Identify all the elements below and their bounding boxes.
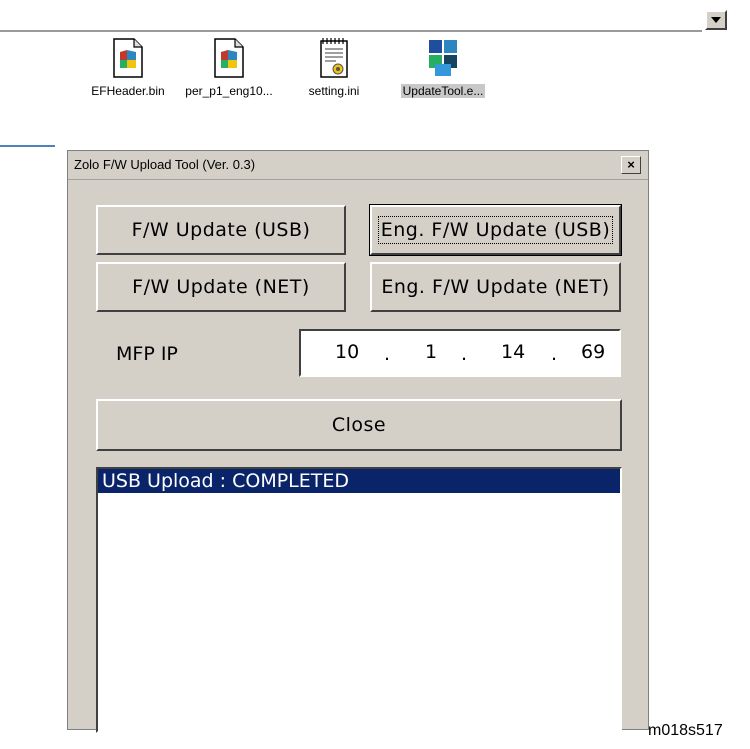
close-button[interactable]: Close xyxy=(96,399,622,451)
media-file-icon xyxy=(214,38,244,78)
fw-update-net-label: F/W Update (NET) xyxy=(132,276,310,298)
explorer-left-accent xyxy=(0,145,55,147)
media-file-icon xyxy=(113,38,143,78)
upload-tool-dialog: Zolo F/W Upload Tool (Ver. 0.3) × F/W Up… xyxy=(67,150,649,733)
fw-update-net-button[interactable]: F/W Update (NET) xyxy=(96,262,346,312)
ip-separator: . xyxy=(384,343,391,365)
mfp-ip-address-input[interactable]: 10 . 1 . 14 . 69 xyxy=(299,329,621,377)
eng-fw-update-usb-label: Eng. F/W Update (USB) xyxy=(377,216,614,244)
dialog-title: Zolo F/W Upload Tool (Ver. 0.3) xyxy=(74,157,256,172)
figure-caption: m018s517 xyxy=(648,722,723,739)
fw-update-usb-button[interactable]: F/W Update (USB) xyxy=(96,205,346,255)
explorer-top-border xyxy=(0,30,702,32)
file-item-updatetool[interactable]: UpdateTool.e... xyxy=(388,38,498,100)
mfp-ip-label: MFP IP xyxy=(116,343,178,365)
application-exe-icon xyxy=(429,40,457,76)
ip-octet-2[interactable]: 1 xyxy=(425,341,437,363)
eng-fw-update-net-label: Eng. F/W Update (NET) xyxy=(381,276,610,298)
file-item-efheader[interactable]: EFHeader.bin xyxy=(73,38,183,100)
ip-separator: . xyxy=(551,343,558,365)
ip-separator: . xyxy=(461,343,468,365)
close-icon[interactable]: × xyxy=(621,156,641,174)
close-button-label: Close xyxy=(331,414,387,436)
file-name-label: setting.ini xyxy=(308,84,360,98)
ip-octet-4[interactable]: 69 xyxy=(581,341,605,363)
file-name-label: per_p1_eng10... xyxy=(185,84,273,98)
scroll-down-button[interactable] xyxy=(705,10,727,30)
ini-settings-file-icon xyxy=(320,38,348,78)
ip-octet-3[interactable]: 14 xyxy=(501,341,525,363)
fw-update-usb-label: F/W Update (USB) xyxy=(131,219,311,241)
ip-octet-1[interactable]: 10 xyxy=(335,341,359,363)
file-item-setting-ini[interactable]: setting.ini xyxy=(279,38,389,100)
dialog-title-bar[interactable]: Zolo F/W Upload Tool (Ver. 0.3) × xyxy=(68,151,648,180)
file-name-label: EFHeader.bin xyxy=(91,84,165,98)
eng-fw-update-net-button[interactable]: Eng. F/W Update (NET) xyxy=(370,262,621,312)
file-item-per-p1-eng[interactable]: per_p1_eng10... xyxy=(174,38,284,100)
file-name-label: UpdateTool.e... xyxy=(400,84,486,98)
list-item[interactable]: USB Upload : COMPLETED xyxy=(98,469,620,493)
upload-log-list[interactable]: USB Upload : COMPLETED xyxy=(96,467,622,733)
eng-fw-update-usb-button[interactable]: Eng. F/W Update (USB) xyxy=(369,204,622,256)
